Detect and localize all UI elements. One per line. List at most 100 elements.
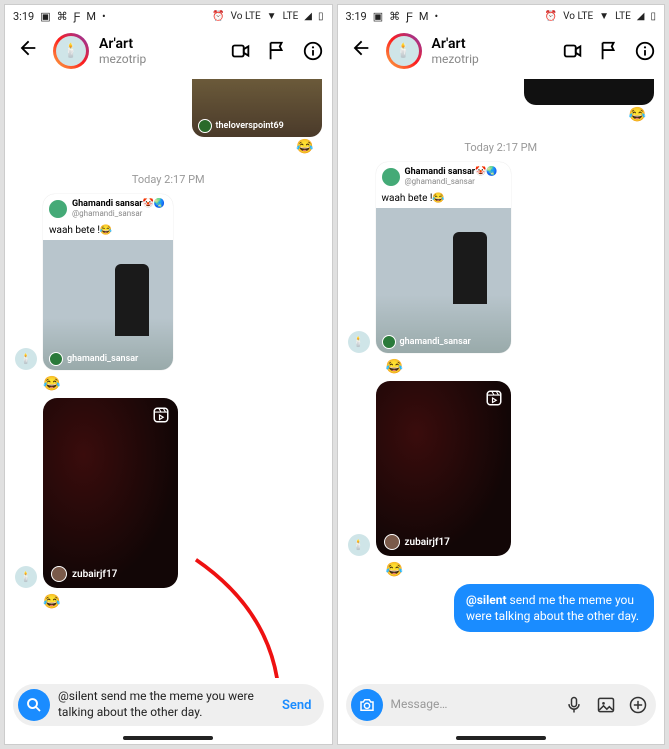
camera-icon	[358, 696, 376, 714]
send-button[interactable]: Send	[278, 694, 316, 717]
post-image: ghamandi_sansar	[43, 240, 173, 370]
reels-icon	[152, 406, 170, 424]
status-battery-icon: ▯	[318, 11, 324, 22]
partial-post-username: theloverspoint69	[216, 121, 284, 131]
status-battery-icon: ▯	[650, 11, 656, 22]
home-indicator[interactable]	[456, 736, 546, 740]
post-caption: waah bete !😂	[376, 191, 511, 208]
search-icon	[25, 696, 43, 714]
camera-button[interactable]	[351, 689, 383, 721]
reaction-emoji[interactable]: 😂	[386, 359, 655, 375]
phone-screen-sent: 3:19 ▣ ⌘ Ƒ M • ⏰ Vo LTE ▼ LTE ◢ ▯ 🕯️	[337, 4, 666, 745]
post-author-avatar	[382, 168, 400, 186]
sender-avatar[interactable]: 🕯️	[348, 331, 370, 353]
reaction-emoji[interactable]: 😂	[386, 562, 655, 578]
arrow-left-icon	[17, 37, 39, 59]
reel-author-username: zubairjf17	[405, 537, 450, 548]
shared-post-card[interactable]: Ghamandi sansar🤡🌏 @ghamandi_sansar waah …	[43, 194, 173, 370]
status-wifi-icon: ▼	[599, 11, 609, 22]
avatar-candle-icon: 🕯️	[389, 36, 419, 66]
gallery-icon[interactable]	[596, 695, 616, 715]
status-alarm-icon: ⏰	[212, 11, 224, 22]
reel-author-avatar	[384, 534, 400, 550]
chat-body: 😂 Today 2:17 PM 🕯️ Ghamandi sansar🤡🌏 @gh…	[338, 75, 665, 678]
status-lte: LTE	[283, 11, 299, 22]
message-input[interactable]: @silent send me the meme you were talkin…	[58, 689, 270, 720]
reel-author-username: zubairjf17	[72, 569, 117, 580]
post-author-avatar	[49, 200, 67, 218]
mic-icon[interactable]	[564, 695, 584, 715]
chat-title-block[interactable]: Ar'art mezotrip	[99, 36, 220, 66]
timestamp-label: Today 2:17 PM	[348, 141, 655, 154]
chat-avatar[interactable]: 🕯️	[53, 33, 89, 69]
sent-message-bubble[interactable]: @silent send me the meme you were talkin…	[454, 584, 654, 632]
status-wifi-icon: ▼	[267, 11, 277, 22]
status-dot: •	[102, 10, 106, 23]
message-input[interactable]: Message…	[391, 697, 557, 713]
sender-avatar[interactable]: 🕯️	[348, 534, 370, 556]
partial-post-avatar	[198, 119, 212, 133]
message-input-bar: Message…	[346, 684, 657, 726]
chat-name: Ar'art	[432, 36, 553, 52]
reaction-emoji[interactable]: 😂	[296, 139, 313, 155]
status-bar: 3:19 ▣ ⌘ Ƒ M • ⏰ Vo LTE ▼ LTE ◢ ▯	[338, 5, 665, 27]
post-author-handle: @ghamandi_sansar	[72, 209, 165, 218]
chat-title-block[interactable]: Ar'art mezotrip	[432, 36, 553, 66]
status-app-icon-3: Ƒ	[406, 10, 413, 23]
shared-reel-card[interactable]: zubairjf17	[376, 381, 511, 556]
status-app-icon-1: ▣	[40, 10, 50, 23]
search-button[interactable]	[18, 689, 50, 721]
shared-reel-card[interactable]: zubairjf17	[43, 398, 178, 588]
status-signal-icon: ◢	[637, 11, 645, 22]
reel-author-avatar	[51, 566, 67, 582]
status-app-icon-3: Ƒ	[74, 10, 81, 23]
reaction-emoji[interactable]: 😂	[43, 376, 322, 392]
status-bar: 3:19 ▣ ⌘ Ƒ M • ⏰ Vo LTE ▼ LTE ◢ ▯	[5, 5, 332, 27]
chat-subtitle: mezotrip	[432, 52, 553, 66]
sender-avatar[interactable]: 🕯️	[15, 348, 37, 370]
post-overlay-avatar	[49, 352, 63, 366]
post-author-handle: @ghamandi_sansar	[405, 177, 498, 186]
post-overlay-avatar	[382, 335, 396, 349]
sender-avatar[interactable]: 🕯️	[15, 566, 37, 588]
post-overlay-username: ghamandi_sansar	[67, 354, 138, 364]
post-author-name: Ghamandi sansar🤡🌏	[405, 167, 498, 177]
status-app-icon-4: M	[86, 10, 96, 23]
video-call-icon[interactable]	[562, 40, 584, 62]
chat-header: 🕯️ Ar'art mezotrip	[338, 27, 665, 75]
partial-shared-post[interactable]	[524, 79, 654, 105]
partial-shared-post[interactable]: theloverspoint69	[192, 79, 322, 137]
status-volte: Vo LTE	[231, 11, 261, 22]
post-overlay-username: ghamandi_sansar	[400, 337, 471, 347]
info-icon[interactable]	[302, 40, 324, 62]
flag-icon[interactable]	[598, 40, 620, 62]
status-alarm-icon: ⏰	[545, 11, 557, 22]
reaction-emoji[interactable]: 😂	[629, 107, 646, 123]
message-input-bar: @silent send me the meme you were talkin…	[13, 684, 324, 726]
timestamp-label: Today 2:17 PM	[15, 173, 322, 186]
shared-post-card[interactable]: Ghamandi sansar🤡🌏 @ghamandi_sansar waah …	[376, 162, 511, 353]
chat-subtitle: mezotrip	[99, 52, 220, 66]
post-caption: waah bete !😂	[43, 223, 173, 240]
plus-icon[interactable]	[628, 695, 648, 715]
back-button[interactable]	[346, 33, 376, 69]
status-dot: •	[434, 10, 438, 23]
info-icon[interactable]	[634, 40, 656, 62]
post-author-name: Ghamandi sansar🤡🌏	[72, 199, 165, 209]
status-app-icon-4: M	[419, 10, 429, 23]
reaction-emoji[interactable]: 😂	[43, 594, 322, 610]
video-call-icon[interactable]	[230, 40, 252, 62]
avatar-candle-icon: 🕯️	[56, 36, 86, 66]
flag-icon[interactable]	[266, 40, 288, 62]
chat-header: 🕯️ Ar'art mezotrip	[5, 27, 332, 75]
chat-body: theloverspoint69 😂 Today 2:17 PM 🕯️ Gham…	[5, 75, 332, 678]
status-app-icon-1: ▣	[373, 10, 383, 23]
post-image: ghamandi_sansar	[376, 208, 511, 353]
mention: @silent	[466, 593, 507, 607]
reels-icon	[485, 389, 503, 407]
home-indicator[interactable]	[123, 736, 213, 740]
chat-name: Ar'art	[99, 36, 220, 52]
back-button[interactable]	[13, 33, 43, 69]
chat-avatar[interactable]: 🕯️	[386, 33, 422, 69]
status-app-icon-2: ⌘	[389, 10, 400, 23]
